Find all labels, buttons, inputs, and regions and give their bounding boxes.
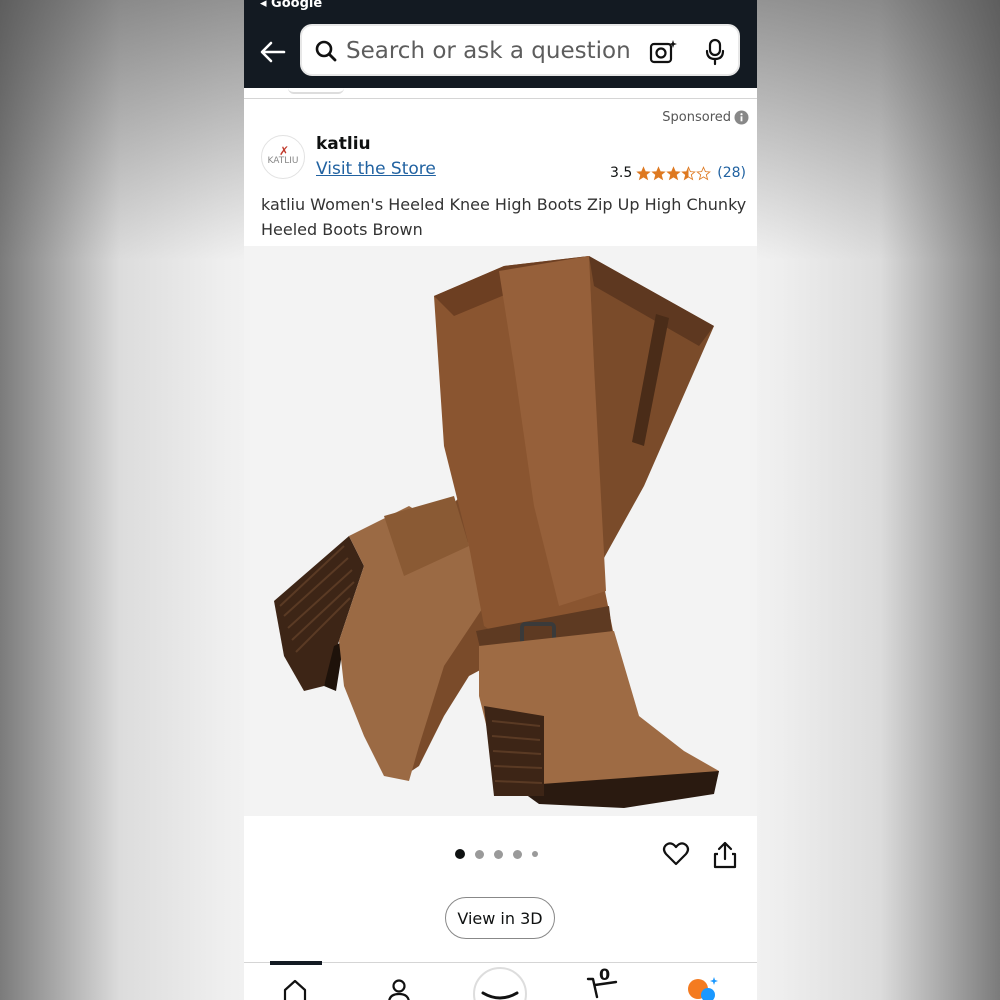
carousel-dot[interactable] xyxy=(532,851,538,857)
active-tab-indicator xyxy=(270,961,322,965)
previous-tab-edge xyxy=(288,88,344,94)
rating-summary[interactable]: 3.5 (28) xyxy=(610,163,746,183)
store-name: katliu xyxy=(316,134,371,154)
product-title: katliu Women's Heeled Knee High Boots Zi… xyxy=(261,195,747,239)
star-full-icon xyxy=(666,165,681,180)
divider xyxy=(244,98,757,99)
account-icon[interactable] xyxy=(386,977,412,1000)
search-input[interactable] xyxy=(346,36,636,66)
sponsored-label: Sponsored xyxy=(662,110,731,125)
visit-store-link[interactable]: Visit the Store xyxy=(316,159,436,179)
cart-count: 0 xyxy=(599,965,611,984)
search-icon xyxy=(315,40,337,62)
star-half-icon xyxy=(681,165,697,180)
rating-count: (28) xyxy=(717,165,747,181)
share-icon[interactable] xyxy=(712,840,738,870)
view-in-3d-button[interactable]: View in 3D xyxy=(445,897,555,939)
rufus-ai-icon[interactable] xyxy=(686,975,720,1000)
star-empty-icon xyxy=(696,165,712,180)
back-to-google-link[interactable]: ◂ Google xyxy=(260,0,322,11)
carousel-dot[interactable] xyxy=(494,849,503,859)
carousel-dot-active[interactable] xyxy=(455,849,465,859)
camera-search-icon[interactable] xyxy=(648,38,678,66)
image-carousel-dots[interactable] xyxy=(455,849,538,859)
search-header: ◂ Google xyxy=(244,0,757,88)
home-icon[interactable] xyxy=(282,977,308,1000)
back-arrow-icon[interactable] xyxy=(258,38,288,66)
product-image[interactable] xyxy=(244,246,757,816)
microphone-icon[interactable] xyxy=(704,38,726,66)
star-full-icon xyxy=(636,165,651,180)
star-rating xyxy=(636,165,712,181)
info-icon[interactable] xyxy=(734,110,749,125)
star-full-icon xyxy=(651,165,666,180)
store-logo[interactable]: ✗ KATLIU xyxy=(261,135,305,179)
store-logo-text: KATLIU xyxy=(267,156,299,166)
boots-image xyxy=(274,256,719,808)
carousel-dot[interactable] xyxy=(513,849,522,859)
phone-screen: ◂ Google Sponsored xyxy=(244,0,757,1000)
bottom-navigation: 0 xyxy=(244,961,757,1000)
rating-value: 3.5 xyxy=(610,165,633,181)
amazon-smile-icon[interactable] xyxy=(473,967,527,1000)
heart-icon[interactable] xyxy=(662,841,690,867)
carousel-dot[interactable] xyxy=(475,849,484,859)
search-box[interactable] xyxy=(300,24,740,76)
